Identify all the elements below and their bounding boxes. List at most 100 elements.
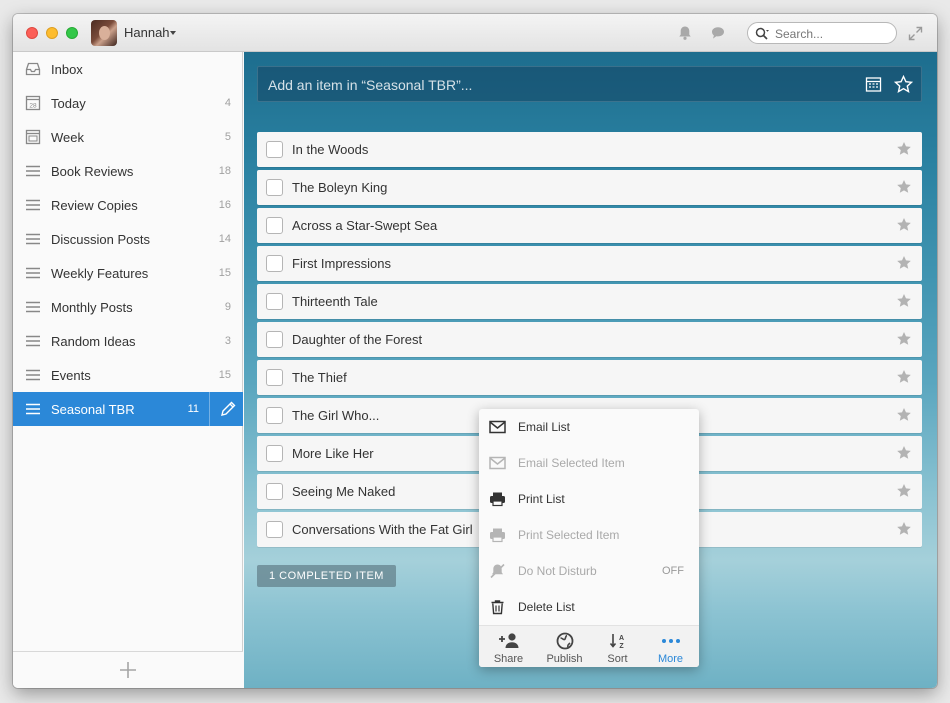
task-row[interactable]: The Thief — [257, 360, 922, 395]
add-item-field[interactable]: Add an item in “Seasonal TBR”... — [257, 66, 922, 102]
bell-icon[interactable] — [677, 25, 693, 41]
menu-item-label: Email List — [518, 420, 571, 434]
task-title[interactable]: The Girl Who... — [292, 408, 379, 423]
minimize-window-button[interactable] — [46, 27, 58, 39]
task-title[interactable]: Across a Star-Swept Sea — [292, 218, 437, 233]
sidebar-item-label: Inbox — [51, 62, 83, 77]
star-icon[interactable] — [896, 141, 912, 157]
star-icon[interactable] — [896, 217, 912, 233]
star-icon[interactable] — [896, 179, 912, 195]
sidebar-item-random-ideas[interactable]: Random Ideas 3 — [13, 324, 243, 358]
add-item-input[interactable]: Add an item in “Seasonal TBR”... — [268, 77, 472, 93]
task-checkbox[interactable] — [266, 331, 283, 348]
sidebar-item-review-copies[interactable]: Review Copies 16 — [13, 188, 243, 222]
add-person-icon — [498, 633, 518, 648]
task-row[interactable]: In the Woods — [257, 132, 922, 167]
task-checkbox[interactable] — [266, 369, 283, 386]
add-list-button[interactable] — [119, 661, 137, 679]
sidebar-item-label: Today — [51, 96, 86, 111]
sidebar-item-monthly-posts[interactable]: Monthly Posts 9 — [13, 290, 243, 324]
sidebar-item-seasonal-tbr[interactable]: Seasonal TBR 11 — [13, 392, 243, 426]
sort-button[interactable]: A Z Sort — [590, 626, 645, 668]
task-checkbox[interactable] — [266, 141, 283, 158]
sidebar-item-count: 18 — [218, 165, 231, 177]
menu-item-do-not-disturb[interactable]: Do Not Disturb OFF — [479, 553, 699, 589]
envelope-icon — [489, 420, 506, 434]
search-input[interactable]: Search... — [775, 27, 823, 41]
star-icon[interactable] — [896, 445, 912, 461]
task-checkbox[interactable] — [266, 179, 283, 196]
task-title[interactable]: Daughter of the Forest — [292, 332, 422, 347]
svg-text:A: A — [618, 635, 623, 642]
sidebar-item-events[interactable]: Events 15 — [13, 358, 243, 392]
comment-icon[interactable] — [710, 25, 726, 41]
task-title[interactable]: First Impressions — [292, 256, 391, 271]
star-icon[interactable] — [896, 331, 912, 347]
list-icon — [26, 301, 40, 313]
star-icon[interactable] — [896, 483, 912, 499]
star-icon[interactable] — [896, 293, 912, 309]
task-checkbox[interactable] — [266, 521, 283, 538]
menu-item-email-list[interactable]: Email List — [479, 409, 699, 445]
menu-item-print-selected[interactable]: Print Selected Item — [479, 517, 699, 553]
task-title[interactable]: Thirteenth Tale — [292, 294, 378, 309]
avatar[interactable] — [91, 20, 117, 46]
sidebar-item-inbox[interactable]: Inbox — [13, 52, 243, 86]
search-box[interactable]: Search... — [747, 22, 897, 44]
sidebar-item-discussion-posts[interactable]: Discussion Posts 14 — [13, 222, 243, 256]
menu-item-label: Email Selected Item — [518, 456, 625, 470]
share-button[interactable]: Share — [481, 626, 536, 668]
sidebar-item-weekly-features[interactable]: Weekly Features 15 — [13, 256, 243, 290]
more-button[interactable]: More — [643, 626, 698, 668]
close-window-button[interactable] — [26, 27, 38, 39]
task-title[interactable]: The Thief — [292, 370, 347, 385]
task-title[interactable]: More Like Her — [292, 446, 374, 461]
star-icon[interactable] — [894, 75, 913, 94]
star-icon[interactable] — [896, 521, 912, 537]
star-icon[interactable] — [896, 255, 912, 271]
task-row[interactable]: Across a Star-Swept Sea — [257, 208, 922, 243]
task-title[interactable]: Seeing Me Naked — [292, 484, 395, 499]
task-row[interactable]: First Impressions — [257, 246, 922, 281]
more-dots-icon — [661, 639, 680, 643]
edit-list-button[interactable] — [209, 392, 243, 426]
menu-item-email-selected[interactable]: Email Selected Item — [479, 445, 699, 481]
star-icon[interactable] — [896, 407, 912, 423]
sidebar-item-book-reviews[interactable]: Book Reviews 18 — [13, 154, 243, 188]
menu-item-delete-list[interactable]: Delete List — [479, 589, 699, 625]
printer-icon — [490, 492, 505, 507]
calendar-today-icon: 28 — [25, 95, 41, 111]
fullscreen-icon[interactable] — [908, 26, 923, 41]
sidebar-item-week[interactable]: Week 5 — [13, 120, 243, 154]
menu-item-print-list[interactable]: Print List — [479, 481, 699, 517]
task-title[interactable]: Conversations With the Fat Girl — [292, 522, 473, 537]
sidebar-item-today[interactable]: 28 Today 4 — [13, 86, 243, 120]
task-checkbox[interactable] — [266, 255, 283, 272]
sidebar-item-label: Monthly Posts — [51, 300, 133, 315]
task-row[interactable]: The Boleyn King — [257, 170, 922, 205]
user-name[interactable]: Hannah — [124, 25, 170, 40]
sidebar-item-count: 15 — [218, 369, 231, 381]
task-checkbox[interactable] — [266, 217, 283, 234]
calendar-icon[interactable] — [865, 76, 882, 93]
task-row[interactable]: Thirteenth Tale — [257, 284, 922, 319]
list-icon — [26, 165, 40, 177]
star-icon[interactable] — [896, 369, 912, 385]
task-checkbox[interactable] — [266, 293, 283, 310]
dnd-status[interactable]: OFF — [662, 565, 684, 577]
sidebar-item-count: 5 — [224, 131, 231, 143]
task-title[interactable]: In the Woods — [292, 142, 368, 157]
task-checkbox[interactable] — [266, 445, 283, 462]
task-row[interactable]: Daughter of the Forest — [257, 322, 922, 357]
zoom-window-button[interactable] — [66, 27, 78, 39]
sidebar-item-label: Book Reviews — [51, 164, 134, 179]
completed-items-toggle[interactable]: 1 COMPLETED ITEM — [257, 565, 396, 587]
sidebar-item-label: Review Copies — [51, 198, 138, 213]
task-checkbox[interactable] — [266, 483, 283, 500]
sidebar-item-count: 14 — [218, 233, 231, 245]
chevron-down-icon[interactable] — [170, 31, 176, 35]
publish-button[interactable]: Publish — [537, 626, 592, 668]
task-checkbox[interactable] — [266, 407, 283, 424]
sidebar-item-label: Seasonal TBR — [51, 402, 135, 417]
task-title[interactable]: The Boleyn King — [292, 180, 387, 195]
